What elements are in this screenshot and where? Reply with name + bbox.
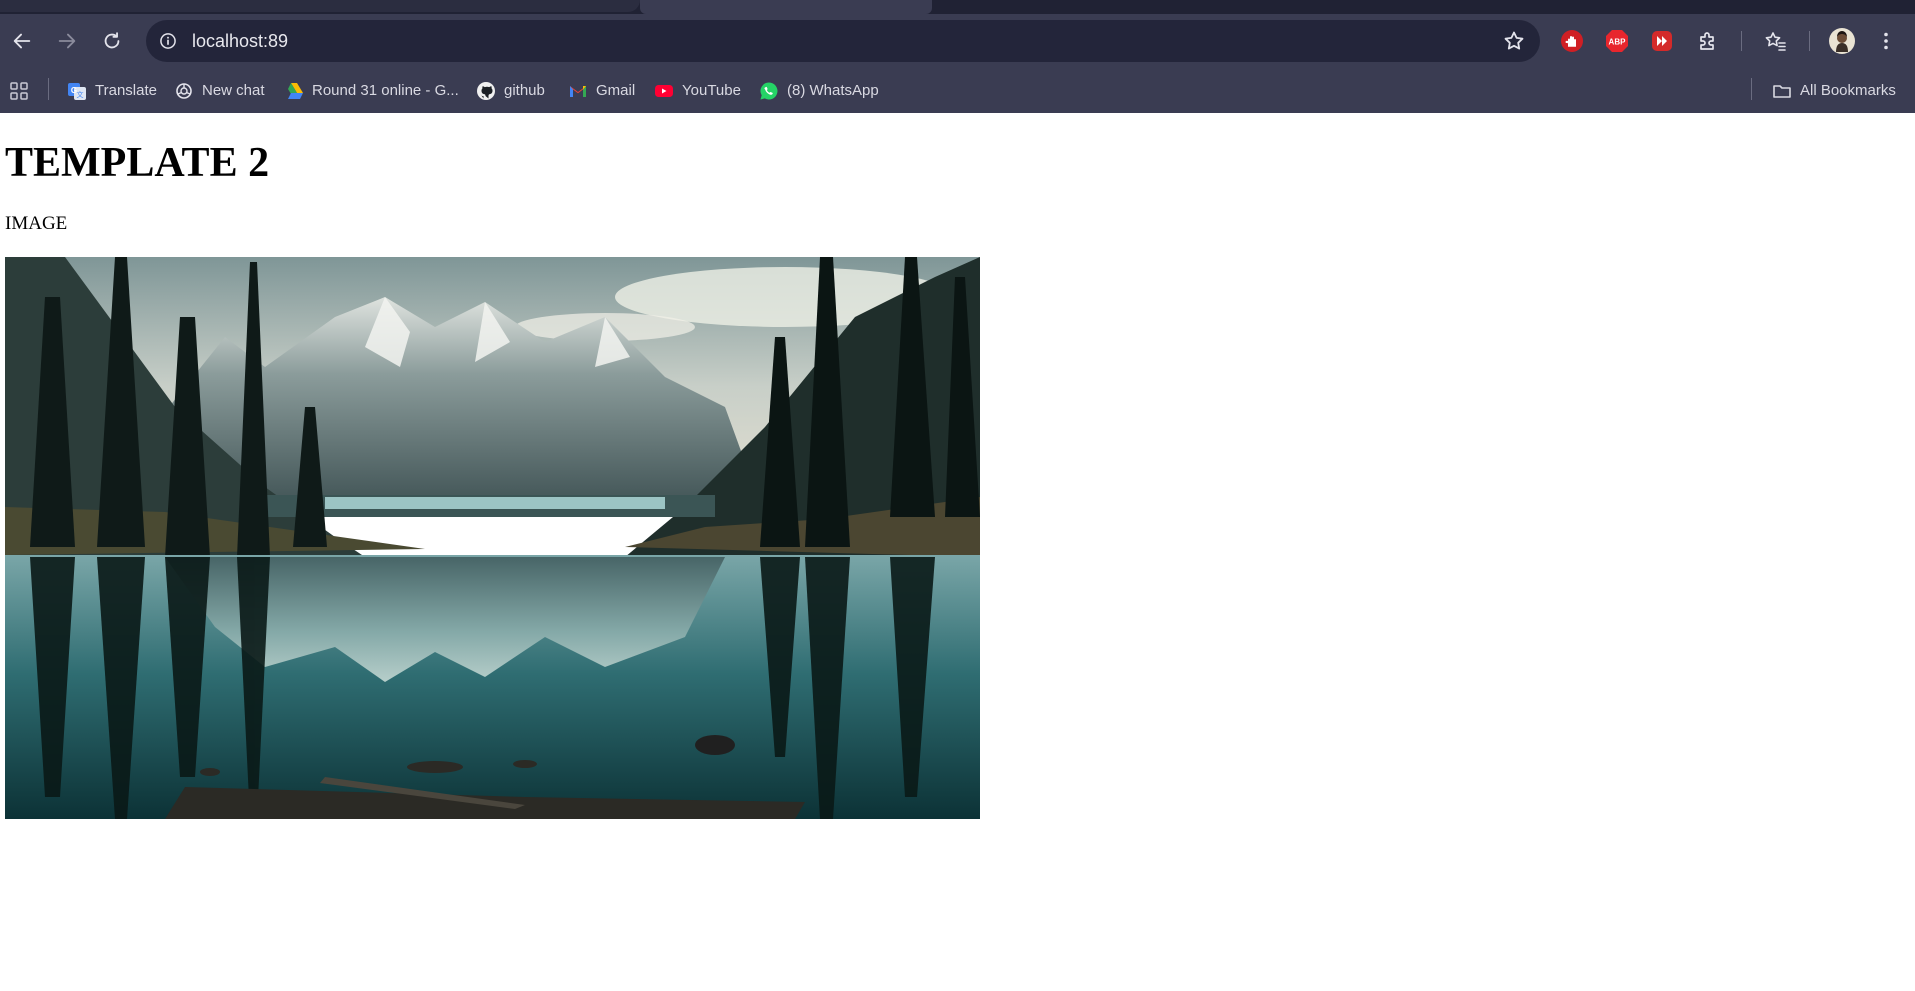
whatsapp-icon bbox=[760, 82, 778, 99]
back-button[interactable] bbox=[4, 14, 40, 68]
bookmarks-divider bbox=[1751, 78, 1752, 100]
all-bookmarks-button[interactable]: All Bookmarks bbox=[1772, 68, 1896, 113]
bookmark-new-chat[interactable]: New chat bbox=[174, 68, 265, 113]
toolbar-divider bbox=[1809, 31, 1810, 51]
bookmark-youtube[interactable]: YouTube bbox=[654, 68, 741, 113]
reload-icon bbox=[104, 32, 120, 49]
arrow-left-icon bbox=[13, 33, 31, 49]
toolbar-divider bbox=[1741, 31, 1742, 51]
bookmark-label: YouTube bbox=[682, 82, 741, 99]
bookmark-label: New chat bbox=[202, 82, 265, 99]
star-icon[interactable] bbox=[1502, 29, 1526, 53]
red-hand-icon[interactable] bbox=[1558, 27, 1586, 55]
bookmark-label: Gmail bbox=[596, 82, 636, 99]
landscape-image bbox=[5, 257, 980, 819]
forward-button[interactable] bbox=[49, 14, 85, 68]
bookmark-github[interactable]: github bbox=[476, 68, 545, 113]
bookmark-whatsapp[interactable]: (8) WhatsApp bbox=[759, 68, 879, 113]
page-content: TEMPLATE 2 IMAGE bbox=[0, 113, 1915, 991]
github-icon bbox=[477, 81, 495, 100]
tab-strip bbox=[0, 0, 1915, 14]
bookmark-label: github bbox=[504, 82, 545, 99]
bookmark-translate[interactable]: G文 Translate bbox=[67, 68, 157, 113]
svg-text:文: 文 bbox=[77, 90, 84, 99]
reload-button[interactable] bbox=[94, 14, 130, 68]
bookmark-label: Translate bbox=[95, 82, 157, 99]
adblock-plus-icon[interactable]: ABP bbox=[1603, 27, 1631, 55]
kebab-menu-icon[interactable] bbox=[1872, 27, 1900, 55]
info-icon[interactable] bbox=[156, 29, 180, 53]
image-label: IMAGE bbox=[5, 213, 68, 234]
arrow-right-icon bbox=[58, 33, 76, 49]
openai-icon bbox=[176, 82, 192, 99]
svg-text:ABP: ABP bbox=[1609, 38, 1627, 47]
address-bar[interactable]: localhost:89 bbox=[146, 20, 1540, 62]
all-bookmarks-label: All Bookmarks bbox=[1800, 82, 1896, 99]
inactive-tab[interactable] bbox=[0, 0, 640, 12]
gmail-icon bbox=[570, 85, 586, 97]
red-play-icon[interactable] bbox=[1648, 27, 1676, 55]
bookmark-gmail[interactable]: Gmail bbox=[568, 68, 635, 113]
star-list-icon[interactable] bbox=[1761, 27, 1789, 55]
bookmark-label: Round 31 online - G... bbox=[312, 82, 459, 99]
bookmark-label: (8) WhatsApp bbox=[787, 82, 879, 99]
url-text[interactable]: localhost:89 bbox=[192, 20, 288, 62]
google-translate-icon: G文 bbox=[68, 82, 86, 100]
youtube-icon bbox=[655, 84, 673, 97]
active-tab[interactable] bbox=[640, 0, 932, 14]
page-title: TEMPLATE 2 bbox=[5, 140, 270, 186]
avatar[interactable] bbox=[1828, 27, 1856, 55]
folder-icon bbox=[1773, 84, 1791, 98]
google-drive-icon bbox=[288, 82, 303, 99]
apps-grid-icon[interactable] bbox=[9, 68, 29, 113]
bookmark-round-31[interactable]: Round 31 online - G... bbox=[284, 68, 459, 113]
puzzle-icon[interactable] bbox=[1694, 27, 1722, 55]
bookmarks-divider bbox=[48, 78, 49, 100]
